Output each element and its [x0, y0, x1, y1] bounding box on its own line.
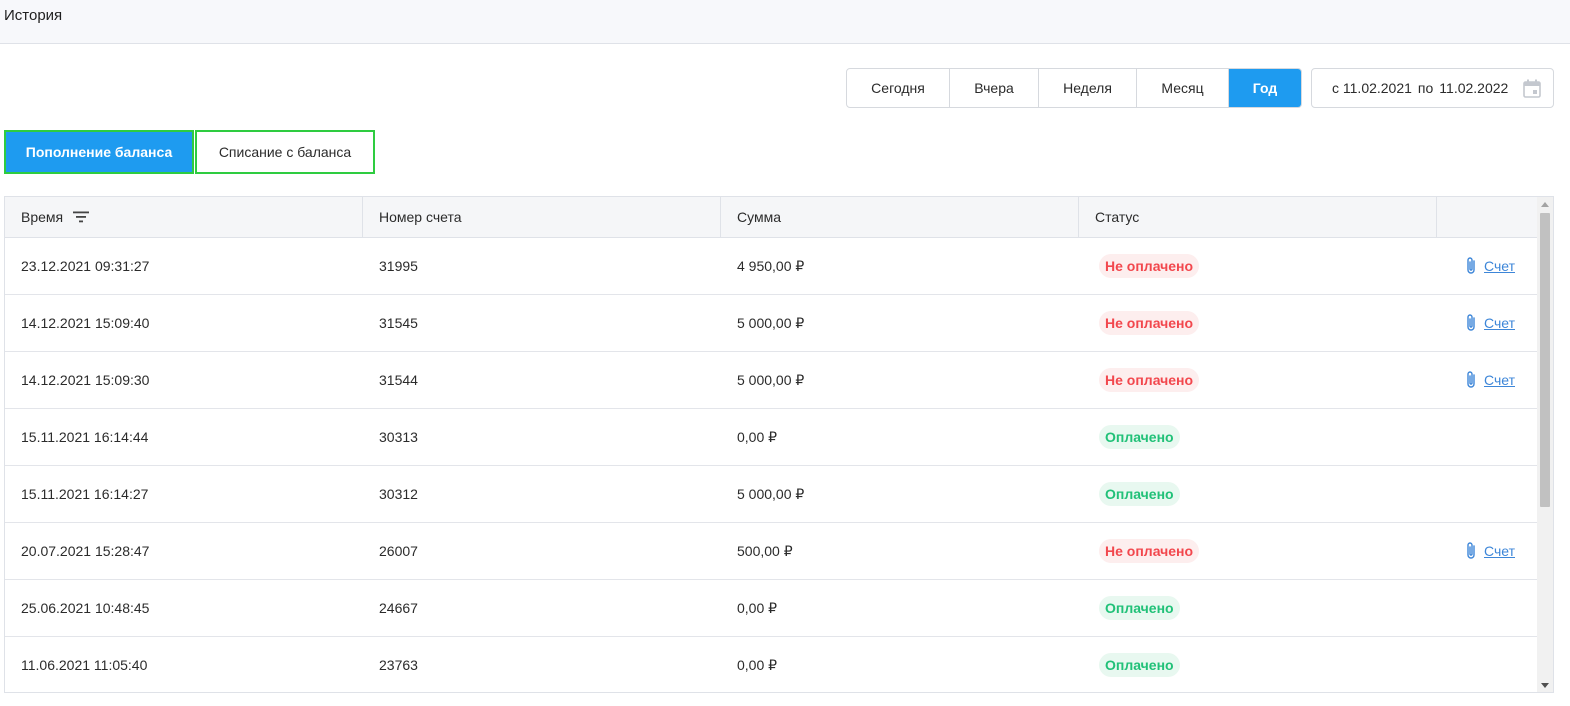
paperclip-icon: [1467, 542, 1475, 559]
invoice-link-label: Счет: [1484, 315, 1515, 331]
period-button[interactable]: Год: [1229, 69, 1301, 107]
cell-time: 11.06.2021 11:05:40: [21, 657, 148, 673]
table-header: Время Номер счета Сумма Статус: [5, 197, 1537, 238]
cell-time: 15.11.2021 16:14:44: [21, 429, 149, 445]
filter-sort-icon[interactable]: [73, 211, 90, 223]
table-row: 15.11.2021 16:14:27 30312 5 000,00 ₽ Оплаче…: [5, 466, 1537, 523]
cell-amount: 0,00 ₽: [737, 656, 778, 673]
date-to-prefix: по: [1417, 80, 1434, 96]
column-header-status: Статус: [1079, 197, 1437, 237]
table-row: 20.07.2021 15:28:47 26007 500,00 ₽ Не оплач…: [5, 523, 1537, 580]
paperclip-icon: [1467, 257, 1475, 274]
invoice-link[interactable]: Счет: [1465, 541, 1515, 561]
column-header-amount: Сумма: [721, 197, 1079, 237]
cell-status: Оплачено: [1079, 482, 1437, 506]
date-from-prefix: с: [1332, 80, 1339, 96]
cell-amount: 0,00 ₽: [737, 428, 778, 445]
cell-status: Оплачено: [1079, 596, 1437, 620]
scroll-down-icon[interactable]: [1537, 678, 1553, 692]
invoice-link-label: Счет: [1484, 372, 1515, 388]
cell-account: 31545: [379, 315, 418, 331]
cell-account: 31995: [379, 258, 418, 274]
cell-status: Оплачено: [1079, 653, 1437, 677]
cell-amount: 5 000,00 ₽: [737, 485, 805, 502]
cell-account: 26007: [379, 543, 418, 559]
scroll-up-icon[interactable]: [1537, 197, 1553, 211]
status-badge: Оплачено: [1099, 596, 1180, 620]
table-row: 11.06.2021 11:05:40 23763 0,00 ₽ Оплачено: [5, 637, 1537, 692]
table-body: 23.12.2021 09:31:27 31995 4 950,00 ₽ Не опл…: [5, 238, 1537, 692]
invoice-link[interactable]: Счет: [1465, 313, 1515, 333]
cell-amount: 4 950,00 ₽: [737, 257, 805, 274]
column-label: Время: [21, 209, 64, 225]
cell-amount: 500,00 ₽: [737, 542, 793, 559]
cell-time: 25.06.2021 10:48:45: [21, 600, 150, 616]
cell-account: 24667: [379, 600, 418, 616]
date-to: 11.02.2022: [1439, 80, 1509, 96]
cell-amount: 0,00 ₽: [737, 599, 778, 616]
period-selector: Сегодня Вчера Неделя Месяц Год: [846, 68, 1302, 108]
cell-time: 20.07.2021 15:28:47: [21, 543, 150, 559]
invoice-link-label: Счет: [1484, 543, 1515, 559]
calendar-icon[interactable]: [1523, 79, 1541, 98]
status-badge: Не оплачено: [1099, 368, 1200, 392]
status-badge: Оплачено: [1099, 653, 1180, 677]
period-button[interactable]: Месяц: [1137, 69, 1229, 107]
cell-amount: 5 000,00 ₽: [737, 371, 805, 388]
period-button[interactable]: Неделя: [1039, 69, 1137, 107]
scrollbar-thumb[interactable]: [1540, 213, 1550, 507]
cell-time: 14.12.2021 15:09:40: [21, 315, 150, 331]
date-from: 11.02.2021: [1342, 80, 1412, 96]
table-row: 25.06.2021 10:48:45 24667 0,00 ₽ Оплачено: [5, 580, 1537, 637]
period-button[interactable]: Вчера: [950, 69, 1039, 107]
table-row: 15.11.2021 16:14:44 30313 0,00 ₽ Оплачено: [5, 409, 1537, 466]
cell-status: Не оплачено: [1079, 368, 1437, 392]
cell-account: 30312: [379, 486, 418, 502]
status-badge: Не оплачено: [1099, 254, 1200, 278]
cell-time: 14.12.2021 15:09:30: [21, 372, 150, 388]
period-button[interactable]: Сегодня: [847, 69, 950, 107]
cell-amount: 5 000,00 ₽: [737, 314, 805, 331]
column-header-actions: [1437, 197, 1537, 237]
tab-balance-debit[interactable]: Списание с баланса: [195, 130, 375, 174]
status-badge: Не оплачено: [1099, 539, 1200, 563]
date-range-picker[interactable]: с 11.02.2021 по 11.02.2022: [1311, 68, 1554, 108]
paperclip-icon: [1467, 314, 1475, 331]
invoice-link[interactable]: Счет: [1465, 256, 1515, 276]
cell-status: Не оплачено: [1079, 539, 1437, 563]
invoice-link[interactable]: Счет: [1465, 370, 1515, 390]
top-bar: История: [0, 0, 1570, 44]
cell-account: 31544: [379, 372, 418, 388]
table-row: 14.12.2021 15:09:30 31544 5 000,00 ₽ Не опл…: [5, 352, 1537, 409]
table-row: 23.12.2021 09:31:27 31995 4 950,00 ₽ Не опл…: [5, 238, 1537, 295]
cell-time: 23.12.2021 09:31:27: [21, 258, 150, 274]
cell-status: Не оплачено: [1079, 254, 1437, 278]
cell-time: 15.11.2021 16:14:27: [21, 486, 149, 502]
status-badge: Не оплачено: [1099, 311, 1200, 335]
cell-account: 23763: [379, 657, 418, 673]
column-header-time[interactable]: Время: [5, 197, 363, 237]
vertical-scrollbar[interactable]: [1537, 197, 1553, 692]
tab-balance-topup[interactable]: Пополнение баланса: [4, 130, 194, 174]
paperclip-icon: [1467, 371, 1475, 388]
invoice-link-label: Счет: [1484, 258, 1515, 274]
history-table: Время Номер счета Сумма Статус 23.12.202…: [4, 196, 1554, 693]
page-title: История: [4, 7, 63, 24]
cell-status: Оплачено: [1079, 425, 1437, 449]
table-row: 14.12.2021 15:09:40 31545 5 000,00 ₽ Не опл…: [5, 295, 1537, 352]
status-badge: Оплачено: [1099, 482, 1180, 506]
column-header-account: Номер счета: [363, 197, 721, 237]
cell-status: Не оплачено: [1079, 311, 1437, 335]
cell-account: 30313: [379, 429, 418, 445]
status-badge: Оплачено: [1099, 425, 1180, 449]
